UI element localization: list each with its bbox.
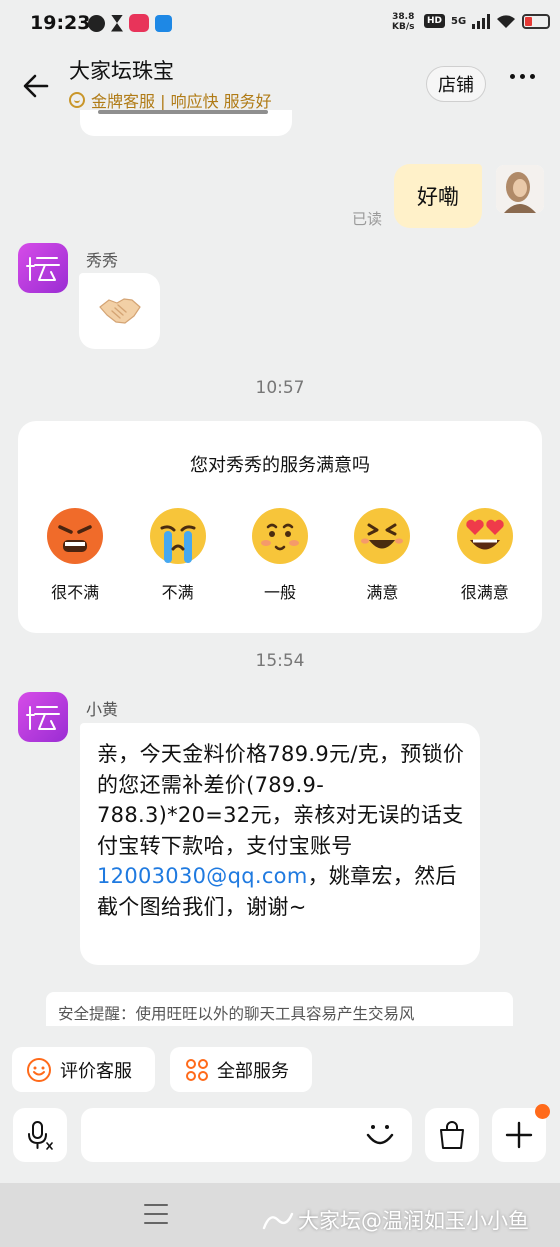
grid-icon: [186, 1058, 208, 1081]
message-icon: [88, 14, 105, 32]
all-services-label: 全部服务: [217, 1060, 289, 1082]
more-menu-icon[interactable]: [510, 74, 535, 79]
emoji-icon[interactable]: [364, 1119, 396, 1151]
read-status: 已读: [352, 210, 383, 228]
chat-app-icon: [155, 14, 172, 32]
rating-label: 不满: [161, 583, 194, 602]
avatar-photo: [496, 165, 544, 213]
rating-title: 您对秀秀的服务满意吗: [190, 455, 370, 476]
rating-very-satisfied[interactable]: 很满意: [440, 507, 530, 603]
shopping-bag-icon: [440, 1121, 464, 1149]
app-notification-icon: [129, 14, 149, 32]
net-speed-unit: KB/s: [392, 22, 415, 32]
watermark-logo-icon: [262, 1212, 294, 1230]
net-speed: 38.8 KB/s: [392, 12, 414, 32]
shop-subtitle: 金牌客服 | 响应快 服务好: [69, 88, 272, 112]
notification-dot: [535, 1104, 550, 1119]
network-type: 5G: [451, 15, 467, 27]
shop-button[interactable]: 店铺: [426, 66, 486, 102]
hourglass-icon: [111, 14, 123, 32]
my-message-bubble[interactable]: 好嘞: [394, 164, 482, 228]
message-text: 亲，今天金料价格789.9元/克，预锁价的您还需补差价(789.9-788.3)…: [97, 742, 465, 858]
timestamp: 15:54: [255, 651, 305, 671]
battery-icon: [522, 13, 551, 29]
my-avatar[interactable]: [496, 165, 544, 213]
rating-label: 很不满: [51, 583, 100, 602]
all-services-button[interactable]: 全部服务: [170, 1047, 312, 1092]
status-notification-icons: [88, 14, 172, 32]
rating-label: 满意: [366, 583, 399, 602]
email-link[interactable]: 12003030@qq.com: [97, 864, 308, 888]
wifi-icon: [497, 14, 516, 28]
shop-title: 大家坛珠宝: [69, 59, 174, 83]
microphone-icon: [28, 1121, 53, 1150]
rating-dissatisfied[interactable]: 不满: [133, 507, 223, 603]
watermark-text: 大家坛@温润如玉小小鱼: [298, 1209, 529, 1233]
agent-message-bubble[interactable]: 亲，今天金料价格789.9元/克，预锁价的您还需补差价(789.9-788.3)…: [80, 723, 480, 965]
handshake-message-bubble[interactable]: [79, 273, 160, 349]
rating-label: 很满意: [460, 583, 509, 602]
plus-icon: [505, 1121, 533, 1149]
agent-avatar-logo[interactable]: [18, 243, 68, 293]
agent-name: 小黄: [86, 700, 119, 719]
heart-eyes-face-icon: [456, 508, 513, 564]
gold-service-icon: [69, 92, 85, 108]
smile-icon: [27, 1057, 51, 1082]
shopping-bag-button[interactable]: [425, 1108, 479, 1162]
angry-face-icon: [47, 508, 104, 564]
hd-badge: HD: [424, 14, 446, 28]
timestamp: 10:57: [255, 378, 305, 398]
voice-input-button[interactable]: [13, 1108, 67, 1162]
rating-satisfied[interactable]: 满意: [337, 507, 427, 603]
back-arrow-icon[interactable]: [20, 70, 52, 102]
rating-card: 您对秀秀的服务满意吗 很不满 不满 一般 满意 很满意: [18, 421, 542, 633]
more-actions-button[interactable]: [492, 1104, 550, 1162]
signal-icon: [472, 13, 491, 29]
net-speed-value: 38.8: [392, 12, 415, 22]
shop-subtitle-text: 金牌客服 | 响应快 服务好: [91, 92, 272, 111]
grin-face-icon: [354, 508, 411, 564]
rating-neutral[interactable]: 一般: [235, 507, 325, 603]
safety-tip: 安全提醒：使用旺旺以外的聊天工具容易产生交易风: [46, 992, 513, 1026]
watermark: 大家坛@温润如玉小小鱼: [262, 1205, 529, 1235]
rating-very-dissatisfied[interactable]: 很不满: [30, 507, 120, 603]
shy-face-icon: [251, 508, 308, 564]
rating-options: 很不满 不满 一般 满意 很满意: [18, 507, 542, 603]
rate-service-button[interactable]: 评价客服: [12, 1047, 155, 1092]
status-system-icons: HD 5G: [424, 13, 551, 29]
status-time: 19:23: [30, 12, 91, 34]
handshake-icon: [98, 298, 141, 324]
logo-icon: [26, 706, 60, 730]
agent-avatar-logo[interactable]: [18, 692, 68, 742]
menu-icon[interactable]: [144, 1204, 168, 1224]
previous-message-bubble: [80, 110, 292, 136]
agent-name: 秀秀: [86, 251, 119, 270]
rating-label: 一般: [263, 583, 296, 602]
crying-face-icon: [149, 508, 206, 564]
logo-icon: [26, 257, 60, 281]
rate-service-label: 评价客服: [60, 1060, 132, 1082]
message-input[interactable]: [81, 1108, 412, 1162]
